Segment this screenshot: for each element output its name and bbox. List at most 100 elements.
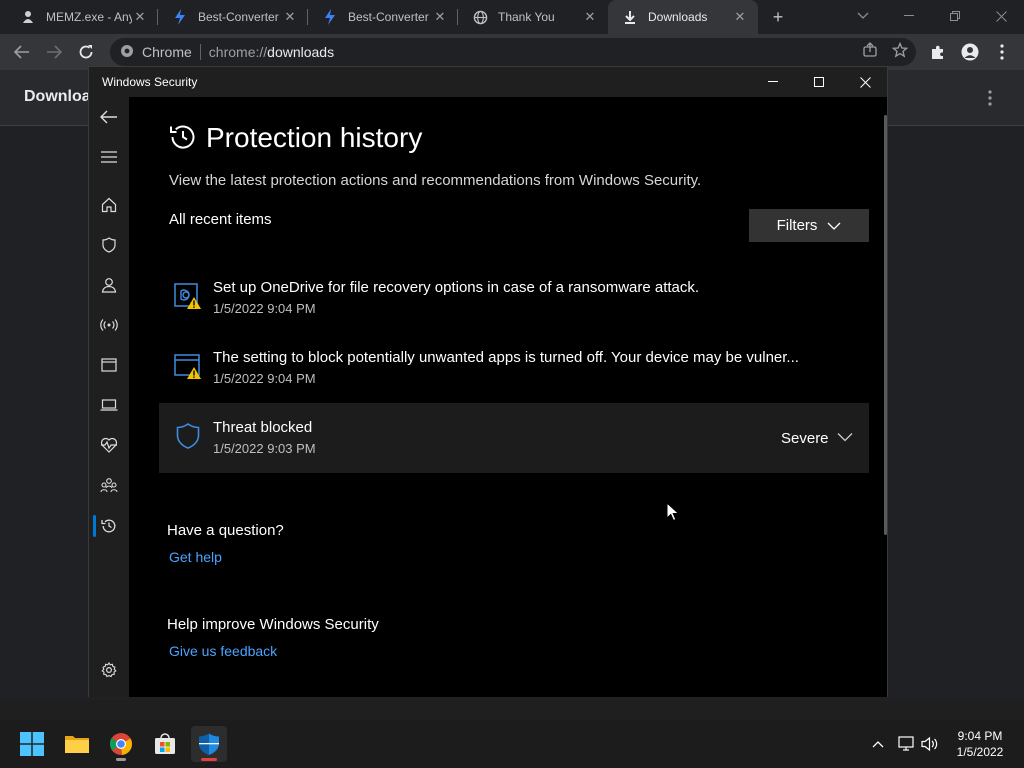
network-icon[interactable] xyxy=(896,734,916,754)
wireless-icon[interactable] xyxy=(89,307,129,343)
new-tab-icon[interactable]: + xyxy=(766,5,790,29)
history-item[interactable]: The setting to block potentially unwante… xyxy=(159,333,869,403)
page-title: Protection history xyxy=(206,122,423,153)
window-title: Windows Security xyxy=(102,75,198,89)
volume-icon[interactable] xyxy=(920,734,940,754)
chrome-menu-icon[interactable] xyxy=(990,40,1014,64)
filters-button[interactable]: Filters xyxy=(749,209,869,242)
window-title-bar[interactable]: Windows Security xyxy=(89,67,887,97)
back-arrow-icon[interactable] xyxy=(10,40,34,64)
browser-tab[interactable]: Best-Converter ✕ xyxy=(308,0,458,34)
windows-security-window: Windows Security Protection history View… xyxy=(88,66,888,697)
globe-icon xyxy=(472,9,488,25)
address-bar[interactable]: Chrome chrome:// downloads xyxy=(110,38,916,66)
history-icon xyxy=(169,123,197,151)
item-date: 1/5/2022 9:03 PM xyxy=(213,441,316,456)
browser-tab-active[interactable]: Downloads ✕ xyxy=(608,0,758,34)
item-date: 1/5/2022 9:04 PM xyxy=(213,371,316,386)
home-icon[interactable] xyxy=(89,187,129,223)
converter-logo-icon xyxy=(172,9,188,25)
downloads-title: Downloa xyxy=(24,88,91,105)
family-icon[interactable] xyxy=(89,467,129,503)
windows-start-icon[interactable] xyxy=(14,726,50,762)
app-browser-icon[interactable] xyxy=(89,347,129,383)
converter-logo-icon xyxy=(322,9,338,25)
shield-icon xyxy=(173,421,203,451)
hamburger-menu-icon[interactable] xyxy=(89,139,129,175)
tab-search-chevron-icon[interactable] xyxy=(840,0,886,32)
close-window-icon[interactable] xyxy=(978,0,1024,32)
tab-label: Thank You xyxy=(498,10,555,24)
close-tab-icon[interactable]: ✕ xyxy=(432,9,448,25)
history-item[interactable]: Set up OneDrive for file recovery option… xyxy=(159,263,869,333)
browser-toolbar: Chrome chrome:// downloads xyxy=(0,34,1024,70)
share-icon[interactable] xyxy=(862,42,878,61)
get-help-link[interactable]: Get help xyxy=(169,549,222,565)
chevron-down-icon xyxy=(827,217,841,234)
tab-label: Downloads xyxy=(648,10,708,24)
mouse-cursor-icon xyxy=(666,501,680,522)
minimize-icon[interactable] xyxy=(750,67,796,97)
address-path: downloads xyxy=(267,44,335,60)
browser-tab[interactable]: Best-Converter ✕ xyxy=(158,0,308,34)
tab-label: MEMZ.exe - Any. xyxy=(46,10,132,24)
windows-security-icon[interactable] xyxy=(191,726,227,762)
history-icon[interactable] xyxy=(89,508,129,544)
item-title: The setting to block potentially unwante… xyxy=(213,349,799,366)
restore-icon[interactable] xyxy=(932,0,978,32)
heart-pulse-icon[interactable] xyxy=(89,427,129,463)
laptop-icon[interactable] xyxy=(89,387,129,423)
more-options-icon[interactable] xyxy=(980,86,1000,110)
browser-tab[interactable]: Thank You ✕ xyxy=(458,0,608,34)
close-tab-icon[interactable]: ✕ xyxy=(582,9,598,25)
app-browser-warning-icon xyxy=(173,351,203,381)
item-date: 1/5/2022 9:04 PM xyxy=(213,301,316,316)
chrome-icon[interactable] xyxy=(103,726,139,762)
security-nav-rail xyxy=(89,97,129,697)
protection-history-content: Protection history View the latest prote… xyxy=(129,97,887,697)
taskbar: 9:04 PM 1/5/2022 xyxy=(0,720,1024,768)
clock-time: 9:04 PM xyxy=(957,729,1003,743)
address-scheme: chrome:// xyxy=(208,44,268,60)
onedrive-warning-icon xyxy=(173,281,203,311)
expand-chevron-icon[interactable] xyxy=(837,429,855,447)
give-feedback-link[interactable]: Give us feedback xyxy=(169,643,277,659)
address-site-label: Chrome xyxy=(142,44,192,60)
clock-date: 1/5/2022 xyxy=(956,745,1004,759)
close-tab-icon[interactable]: ✕ xyxy=(282,9,298,25)
forward-arrow-icon[interactable] xyxy=(42,40,66,64)
back-arrow-icon[interactable] xyxy=(89,99,129,135)
user-silhouette-icon xyxy=(20,9,36,25)
browser-tab-strip: MEMZ.exe - Any. ✕ Best-Converter ✕ Best-… xyxy=(0,0,1024,34)
account-icon[interactable] xyxy=(89,267,129,303)
item-title: Set up OneDrive for file recovery option… xyxy=(213,279,700,296)
severity-label: Severe xyxy=(781,430,829,447)
browser-tab[interactable]: MEMZ.exe - Any. ✕ xyxy=(6,0,158,34)
scrollbar[interactable] xyxy=(884,115,887,535)
shield-icon[interactable] xyxy=(89,227,129,263)
filters-label: Filters xyxy=(776,217,818,234)
chrome-page-icon xyxy=(120,44,134,61)
reload-icon[interactable] xyxy=(74,40,98,64)
microsoft-store-icon[interactable] xyxy=(147,726,183,762)
bookmark-star-icon[interactable] xyxy=(891,41,909,61)
maximize-icon[interactable] xyxy=(796,67,842,97)
minimize-icon[interactable] xyxy=(886,0,932,32)
help-question-heading: Have a question? xyxy=(167,522,284,539)
extensions-puzzle-icon[interactable] xyxy=(926,40,950,64)
close-tab-icon[interactable]: ✕ xyxy=(132,9,148,25)
download-icon xyxy=(622,9,638,25)
page-subtitle: View the latest protection actions and r… xyxy=(169,172,702,189)
taskbar-clock[interactable]: 9:04 PM 1/5/2022 xyxy=(940,728,1020,760)
tab-label: Best-Converter xyxy=(348,10,429,24)
improve-heading: Help improve Windows Security xyxy=(167,616,379,633)
profile-avatar-icon[interactable] xyxy=(958,40,982,64)
show-hidden-icons-chevron-icon[interactable] xyxy=(868,734,888,754)
tab-label: Best-Converter xyxy=(198,10,279,24)
close-window-icon[interactable] xyxy=(842,67,888,97)
file-explorer-icon[interactable] xyxy=(59,726,95,762)
settings-gear-icon[interactable] xyxy=(89,652,129,688)
history-item-threat-blocked[interactable]: Threat blocked 1/5/2022 9:03 PM Severe xyxy=(159,403,869,473)
close-tab-icon[interactable]: ✕ xyxy=(732,9,748,25)
section-label: All recent items xyxy=(169,211,272,228)
